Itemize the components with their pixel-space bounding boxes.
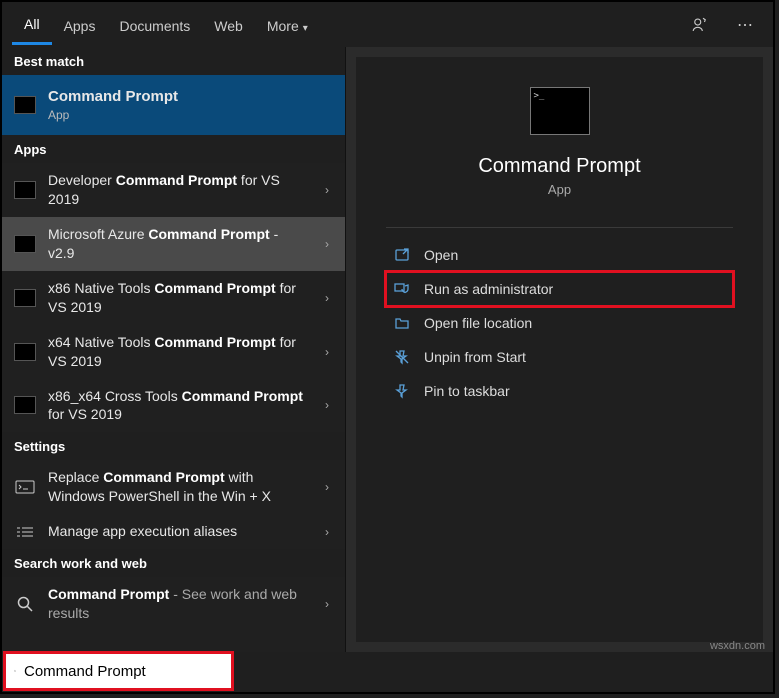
folder-icon (394, 315, 410, 331)
result-setting-aliases[interactable]: Manage app execution aliases › (2, 514, 345, 549)
result-title: x86_x64 Cross Tools Command Prompt for V… (48, 387, 307, 425)
cmd-icon (14, 396, 36, 414)
chevron-right-icon[interactable]: › (319, 291, 335, 305)
result-title: Command Prompt - See work and web result… (48, 585, 307, 623)
result-title: Command Prompt (48, 87, 335, 107)
action-run-as-admin[interactable]: Run as administrator (386, 272, 733, 306)
result-app-x64-cmd[interactable]: x64 Native Tools Command Prompt for VS 2… (2, 325, 345, 379)
result-app-x86-cmd[interactable]: x86 Native Tools Command Prompt for VS 2… (2, 271, 345, 325)
preview-panel: Command Prompt App Open Run as administr… (345, 47, 773, 652)
search-input[interactable] (24, 663, 223, 680)
chevron-right-icon[interactable]: › (319, 345, 335, 359)
result-best-command-prompt[interactable]: Command Prompt App (2, 75, 345, 135)
chevron-right-icon[interactable]: › (319, 597, 335, 611)
result-title: Microsoft Azure Command Prompt - v2.9 (48, 225, 307, 263)
cmd-icon (14, 289, 36, 307)
group-best-match: Best match (2, 47, 345, 75)
action-label: Run as administrator (424, 281, 553, 297)
chevron-right-icon[interactable]: › (319, 525, 335, 539)
preview-app-icon (530, 87, 590, 135)
group-work-web: Search work and web (2, 549, 345, 577)
tab-web[interactable]: Web (202, 6, 255, 44)
action-pin-taskbar[interactable]: Pin to taskbar (386, 374, 733, 408)
watermark: wsxdn.com (710, 640, 765, 652)
unpin-icon (394, 349, 410, 365)
action-label: Open file location (424, 315, 532, 331)
action-open-location[interactable]: Open file location (386, 306, 733, 340)
cmd-icon (14, 343, 36, 361)
preview-actions: Open Run as administrator Open file loca… (386, 227, 733, 408)
preview-subtitle: App (356, 182, 763, 197)
admin-shield-icon (394, 281, 410, 297)
result-subtitle: App (48, 107, 335, 123)
tab-more[interactable]: More▾ (255, 6, 320, 44)
action-label: Pin to taskbar (424, 383, 510, 399)
pin-icon (394, 383, 410, 399)
preview-title: Command Prompt (356, 155, 763, 178)
result-title: Developer Command Prompt for VS 2019 (48, 171, 307, 209)
cmd-icon (14, 96, 36, 114)
settings-terminal-icon (14, 478, 36, 496)
tab-all[interactable]: All (12, 4, 52, 45)
group-settings: Settings (2, 432, 345, 460)
settings-list-icon (14, 523, 36, 541)
result-setting-replace-cmd[interactable]: Replace Command Prompt with Windows Powe… (2, 460, 345, 514)
cmd-icon (14, 235, 36, 253)
tab-documents[interactable]: Documents (107, 6, 202, 44)
result-app-dev-cmd[interactable]: Developer Command Prompt for VS 2019 › (2, 163, 345, 217)
result-title: Replace Command Prompt with Windows Powe… (48, 468, 307, 506)
action-label: Unpin from Start (424, 349, 526, 365)
result-title: x64 Native Tools Command Prompt for VS 2… (48, 333, 307, 371)
result-title: Manage app execution aliases (48, 522, 307, 541)
result-web-cmd[interactable]: Command Prompt - See work and web result… (2, 577, 345, 631)
search-tabs: All Apps Documents Web More▾ ⋯ (2, 2, 773, 47)
result-app-cross-cmd[interactable]: x86_x64 Cross Tools Command Prompt for V… (2, 379, 345, 433)
result-app-azure-cmd[interactable]: Microsoft Azure Command Prompt - v2.9 › (2, 217, 345, 271)
chevron-right-icon[interactable]: › (319, 237, 335, 251)
action-open[interactable]: Open (386, 238, 733, 272)
chevron-right-icon[interactable]: › (319, 480, 335, 494)
chevron-right-icon[interactable]: › (319, 398, 335, 412)
more-options-icon[interactable]: ⋯ (727, 15, 763, 35)
action-unpin-start[interactable]: Unpin from Start (386, 340, 733, 374)
search-icon (14, 663, 16, 679)
results-panel: Best match Command Prompt App Apps Devel… (2, 47, 345, 652)
cmd-icon (14, 181, 36, 199)
open-icon (394, 247, 410, 263)
search-box[interactable] (6, 654, 231, 688)
group-apps: Apps (2, 135, 345, 163)
chevron-right-icon[interactable]: › (319, 183, 335, 197)
chevron-down-icon: ▾ (303, 23, 308, 34)
feedback-icon[interactable] (691, 16, 727, 34)
result-title: x86 Native Tools Command Prompt for VS 2… (48, 279, 307, 317)
search-icon (14, 595, 36, 613)
action-label: Open (424, 247, 458, 263)
tab-apps[interactable]: Apps (52, 6, 108, 44)
